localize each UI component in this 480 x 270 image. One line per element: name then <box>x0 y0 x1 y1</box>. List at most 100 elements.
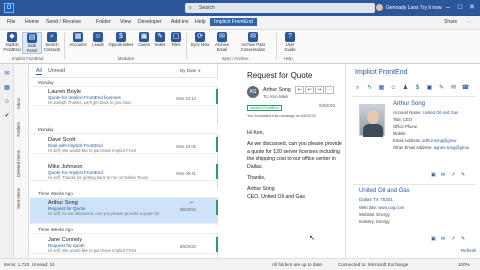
menu-folder[interactable]: Folder <box>96 19 111 25</box>
side-panel-icon: ▤ <box>27 33 37 43</box>
reply-all-icon[interactable]: ↩ <box>305 86 314 94</box>
copy-icon[interactable]: ▣ <box>431 236 436 242</box>
cases-icon[interactable]: ▣ <box>425 84 434 93</box>
tab-unread[interactable]: Unread <box>48 68 65 74</box>
user-name[interactable]: Gennady Loos <box>386 3 419 13</box>
copy-icon[interactable]: ▣ <box>431 172 436 178</box>
menu-home[interactable]: Home <box>25 19 39 25</box>
sender-avatar[interactable]: AS <box>247 86 259 98</box>
accounts-button[interactable]: ▦ Accounts <box>68 32 88 48</box>
mail-icon[interactable]: ✉ <box>3 70 11 78</box>
list-item[interactable]: Dave Scott Deal with Implicit FrontEnd H… <box>30 135 218 154</box>
menu-help[interactable]: Help <box>195 19 206 25</box>
search-icon: ⌕ <box>189 5 192 11</box>
group-label: Help <box>284 56 293 61</box>
sync-now-button[interactable]: ⟳ Sync Now <box>190 32 210 48</box>
calendar-icon[interactable]: ▦ <box>3 84 11 92</box>
menu-send-receive[interactable]: Send / Receive <box>46 19 81 25</box>
item-date: Mon 10:12 <box>176 96 196 101</box>
list-item-selected[interactable]: Arthur Song Request for Quote Hi Jeff, A… <box>30 198 218 224</box>
open-icon[interactable]: ↗ <box>451 172 455 178</box>
category-tag[interactable]: Implicit FrontEnd <box>247 105 282 111</box>
edit-icon[interactable]: ✎ <box>461 172 465 178</box>
category-marker <box>216 237 218 252</box>
sort-dropdown[interactable]: By Date ∨ <box>180 68 201 74</box>
reply-icon[interactable]: ↩ <box>295 86 304 94</box>
archive-email-button[interactable]: ✉ Archive Email <box>210 32 234 52</box>
list-item[interactable]: Lauren Boyle Quote for Implicit FrontEnd… <box>30 87 218 106</box>
tasks-icon[interactable]: ✔ <box>3 112 11 120</box>
email-icon[interactable]: ✉ <box>441 172 445 178</box>
files-button[interactable]: ▢ Files <box>166 32 186 48</box>
item-preview: Hi Jeff, We would like to purchase Impli… <box>48 248 137 253</box>
leads-icon[interactable]: ♟ <box>401 84 410 93</box>
menu-implicit-frontend[interactable]: Implicit FrontEnd <box>210 18 257 26</box>
menu-view[interactable]: View <box>120 19 131 25</box>
body-closing: Thanks, <box>247 175 266 182</box>
group-header[interactable]: Three Weeks Ago <box>30 190 218 198</box>
search-contacts-button[interactable]: ⌕ Search Contacts <box>42 32 62 52</box>
avatar[interactable] <box>376 4 383 11</box>
status-zoom[interactable]: 100% <box>458 262 470 267</box>
email-icon[interactable]: ✉ <box>449 84 458 93</box>
archive-past-conversation-button[interactable]: ✉ Archive Past Conversation <box>236 32 270 52</box>
folder-tab-folders[interactable]: Folders <box>16 122 21 137</box>
contacts-icon[interactable]: ☺ <box>3 98 11 106</box>
open-icon[interactable]: ↗ <box>451 236 455 242</box>
crm-side-panel: Implicit FrontEnd ⌕ ϟ ▦ ☺ ♟ $ ▣ ✎ ✉ ☎ Ar… <box>347 64 480 258</box>
contact-card: Arthur Song Account Name: United Oil and… <box>347 98 480 184</box>
notes-icon[interactable]: ✎ <box>437 84 446 93</box>
contact-name[interactable]: Arthur Song <box>393 101 425 107</box>
folder-tab-sent[interactable]: Sent Items <box>16 188 21 209</box>
ribbon-divider <box>186 33 187 59</box>
try-now-link[interactable]: Try it now <box>420 3 441 13</box>
search-input[interactable]: ⌕ Search <box>185 3 375 13</box>
folder-tab-inbox[interactable]: Inbox <box>16 98 21 109</box>
group-label: Modules <box>118 56 134 61</box>
message-from[interactable]: Arthur Song <box>263 87 291 93</box>
item-date: Mon 10:05 <box>176 144 196 149</box>
group-header[interactable]: Monday <box>30 79 218 87</box>
company-name[interactable]: United Oil and Gas <box>359 188 410 194</box>
contact-email: Email Address: arthur.song@gmai <box>393 138 457 143</box>
refresh-link[interactable]: Refresh <box>461 248 476 253</box>
list-item[interactable]: Jane Connely Request for quote Hi Jeff, … <box>30 235 218 254</box>
accounts-icon[interactable]: ▦ <box>377 84 386 93</box>
more-icon[interactable]: ⋯ <box>466 19 471 25</box>
share-button[interactable]: Share <box>444 19 457 25</box>
lightning-icon[interactable]: ϟ <box>365 84 374 93</box>
contacts-icon[interactable]: ☺ <box>389 84 398 93</box>
side-panel-button[interactable]: ▤ Side Panel <box>22 32 42 55</box>
item-date: Mon 09:41 <box>176 171 196 176</box>
list-item[interactable]: Mike Johnson Quote for Implicit FrontEnd… <box>30 162 218 181</box>
edit-icon[interactable]: ✎ <box>461 236 465 242</box>
divider <box>353 184 475 185</box>
folder-tab-deleted[interactable]: Deleted Items <box>16 150 21 177</box>
menu-developer[interactable]: Developer <box>138 19 162 25</box>
ribbon-divider <box>276 33 277 59</box>
search-icon[interactable]: ⌕ <box>353 84 362 93</box>
company-industry: Industry: Energy <box>359 219 390 224</box>
menu-addins[interactable]: Add-ins <box>171 19 189 25</box>
status-connection: Connected to: Microsoft Exchange <box>338 262 409 267</box>
opportunities-icon[interactable]: $ <box>413 84 422 93</box>
status-unread: Unread: 24 <box>32 262 55 267</box>
phone-icon[interactable]: ☎ <box>461 84 470 93</box>
company-city[interactable]: Dallas TX 75201 <box>359 197 393 202</box>
status-bar: Items: 1,720 Unread: 24 All folders are … <box>0 258 480 270</box>
leads-icon: ☺ <box>93 32 103 42</box>
close-button[interactable]: ✕ <box>464 0 480 16</box>
tab-all[interactable]: All <box>36 68 42 75</box>
opportunities-button[interactable]: $ Opportunities <box>108 32 134 48</box>
body-paragraph: As we discussed, can you please provide … <box>247 141 342 170</box>
group-header[interactable]: Monday <box>30 126 218 134</box>
group-header[interactable]: Three Weeks Ago <box>30 226 218 234</box>
more-icon[interactable]: ⋯ <box>325 86 334 94</box>
notes-icon: ✎ <box>155 32 165 42</box>
user-guide-button[interactable]: ? User Guide <box>280 32 300 52</box>
implicit-frontend-button[interactable]: ◆ Implicit FrontEnd <box>2 32 22 52</box>
email-icon[interactable]: ✉ <box>441 236 445 242</box>
forward-icon[interactable]: ↪ <box>315 86 324 94</box>
leads-button[interactable]: ☺ Leads <box>88 32 108 48</box>
menu-file[interactable]: File <box>7 19 15 25</box>
